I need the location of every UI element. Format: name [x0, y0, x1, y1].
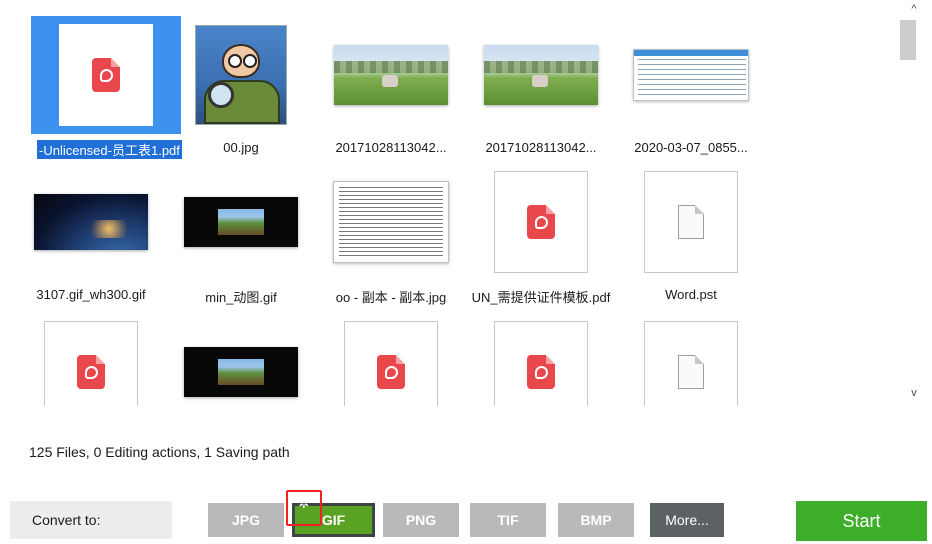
document-frame	[59, 24, 153, 126]
file-thumbnail	[16, 313, 166, 406]
file-thumbnail	[616, 313, 766, 406]
file-tile[interactable]	[616, 313, 766, 406]
generic-file-icon	[678, 355, 704, 389]
scroll-down-icon[interactable]: v	[906, 386, 922, 400]
pdf-file-icon	[527, 205, 555, 239]
file-thumbnail	[31, 16, 181, 134]
vertical-scrollbar[interactable]: ^ v	[896, 0, 932, 406]
file-name: 2020-03-07_0855...	[634, 140, 748, 155]
document-frame	[494, 171, 588, 273]
format-bmp-button[interactable]: BMP	[558, 503, 634, 537]
file-tile[interactable]: UN_需提供证件模板.pdf	[466, 163, 616, 313]
file-thumbnail	[466, 163, 616, 281]
image-thumbnail	[334, 45, 448, 105]
image-thumbnail	[184, 347, 298, 397]
document-frame	[644, 321, 738, 406]
image-thumbnail	[184, 197, 298, 247]
file-tile[interactable]: 20171028113042...	[466, 16, 616, 166]
image-thumbnail	[34, 194, 148, 250]
image-thumbnail	[484, 45, 598, 105]
file-thumbnail	[466, 313, 616, 406]
image-thumbnail	[195, 25, 287, 125]
scroll-up-icon[interactable]: ^	[906, 2, 922, 16]
pdf-file-icon	[77, 355, 105, 389]
file-thumbnail	[166, 313, 316, 406]
document-frame	[494, 321, 588, 406]
file-tile[interactable]	[466, 313, 616, 406]
generic-file-icon	[678, 205, 704, 239]
document-frame	[44, 321, 138, 406]
image-thumbnail	[633, 49, 749, 101]
document-frame	[344, 321, 438, 406]
file-tile[interactable]: min_动图.gif	[166, 163, 316, 313]
file-thumbnail	[316, 313, 466, 406]
file-tile[interactable]	[166, 313, 316, 406]
file-name: Word.pst	[665, 287, 717, 302]
file-thumbnail	[616, 163, 766, 281]
format-tif-button[interactable]: TIF	[470, 503, 546, 537]
file-thumbnail	[316, 16, 466, 134]
file-tile[interactable]: 3107.gif_wh300.gif	[16, 163, 166, 313]
scroll-thumb[interactable]	[900, 20, 916, 60]
pdf-file-icon	[92, 58, 120, 92]
file-tile[interactable]	[16, 313, 166, 406]
format-png-button[interactable]: PNG	[383, 503, 459, 537]
file-tile[interactable]: 20171028113042...	[316, 16, 466, 166]
file-thumbnail	[616, 16, 766, 134]
convert-to-label: Convert to:	[10, 501, 172, 539]
file-grid: -Unlicensed-员工表1.pdf 00.jpg 201710281130…	[0, 0, 896, 406]
file-thumbnail	[166, 163, 316, 281]
file-thumbnail	[466, 16, 616, 134]
file-tile[interactable]: 00.jpg	[166, 16, 316, 166]
file-tile[interactable]: oo - 副本 - 副本.jpg	[316, 163, 466, 313]
start-button[interactable]: Start	[796, 501, 927, 541]
pdf-file-icon	[377, 355, 405, 389]
more-formats-button[interactable]: More...	[650, 503, 724, 537]
file-tile[interactable]: Word.pst	[616, 163, 766, 313]
file-tile[interactable]	[316, 313, 466, 406]
file-thumbnail	[166, 16, 316, 134]
highlight-box	[286, 490, 322, 526]
image-thumbnail	[333, 181, 449, 263]
file-tile[interactable]: 2020-03-07_0855...	[616, 16, 766, 166]
file-thumbnail	[16, 163, 166, 281]
pdf-file-icon	[527, 355, 555, 389]
file-thumbnail	[316, 163, 466, 281]
document-frame	[644, 171, 738, 273]
format-jpg-button[interactable]: JPG	[208, 503, 284, 537]
status-text: 125 Files, 0 Editing actions, 1 Saving p…	[29, 444, 290, 460]
